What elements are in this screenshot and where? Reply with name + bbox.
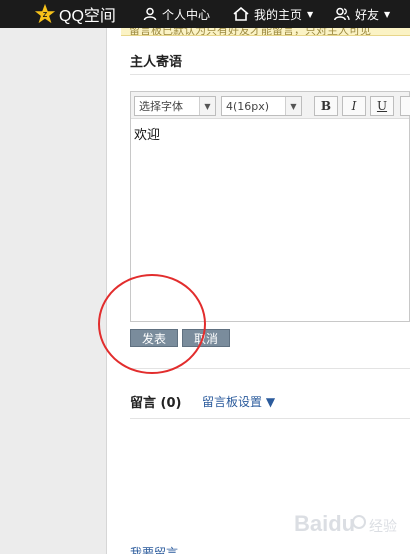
guestbook-title: 留言 (0): [130, 396, 182, 411]
rich-text-editor[interactable]: 选择字体 ▼ 4(16px) ▼ B I U 欢迎: [130, 91, 410, 322]
nav-my-homepage-label: 我的主页: [254, 7, 303, 22]
font-family-value: 选择字体: [139, 100, 183, 113]
host-message-title: 主人寄语: [130, 55, 183, 70]
qzone-logo[interactable]: Z QQ空间: [34, 2, 116, 26]
font-size-select[interactable]: 4(16px) ▼: [221, 96, 302, 116]
top-nav-bar: Z QQ空间 个人中心 我的主页 ▼ 好友 ▼: [0, 0, 410, 28]
divider: [130, 418, 410, 419]
text-color-button[interactable]: [400, 96, 410, 116]
guestbook-settings-link[interactable]: 留言板设置 ▼: [202, 393, 275, 410]
user-icon: [143, 7, 157, 21]
publish-button[interactable]: 发表: [130, 329, 178, 347]
write-message-link[interactable]: 我要留言: [130, 544, 178, 554]
notice-banner: 留言板已默认为只有好友才能留言，只对主人可见: [121, 28, 410, 36]
qzone-star-icon: Z: [34, 3, 56, 24]
editor-content[interactable]: 欢迎: [134, 124, 160, 143]
font-family-select[interactable]: 选择字体 ▼: [134, 96, 216, 116]
home-icon: [233, 7, 249, 21]
italic-button[interactable]: I: [342, 96, 366, 116]
chevron-down-icon: ▼: [384, 9, 391, 19]
watermark-brand: Baidu: [294, 511, 355, 536]
cancel-button[interactable]: 取消: [182, 329, 230, 347]
nav-personal-center-label: 个人中心: [162, 7, 211, 22]
nav-personal-center[interactable]: 个人中心: [143, 0, 210, 28]
font-size-value: 4(16px): [226, 99, 270, 113]
divider: [130, 74, 410, 75]
chevron-down-icon: ▼: [199, 97, 215, 115]
nav-friends-label: 好友: [355, 7, 380, 22]
notice-text: 留言板已默认为只有好友才能留言，只对主人可见: [129, 28, 371, 36]
watermark-sub: 经验: [369, 519, 397, 535]
editor-toolbar: 选择字体 ▼ 4(16px) ▼ B I U: [131, 92, 410, 119]
nav-my-homepage[interactable]: 我的主页 ▼: [233, 0, 313, 28]
main-panel: 留言板已默认为只有好友才能留言，只对主人可见 主人寄语 选择字体 ▼ 4(16p…: [107, 28, 410, 554]
nav-friends[interactable]: 好友 ▼: [334, 0, 390, 28]
chevron-down-icon: ▼: [307, 9, 314, 19]
divider: [130, 368, 410, 369]
app-name: QQ空间: [59, 8, 116, 25]
svg-text:Z: Z: [43, 10, 48, 19]
bold-button[interactable]: B: [314, 96, 338, 116]
chevron-down-icon: ▼: [285, 97, 301, 115]
friends-icon: [334, 7, 350, 21]
left-sidebar: [0, 28, 107, 554]
baidu-watermark-logo: Baidu 经验: [294, 511, 397, 536]
underline-button[interactable]: U: [370, 96, 394, 116]
